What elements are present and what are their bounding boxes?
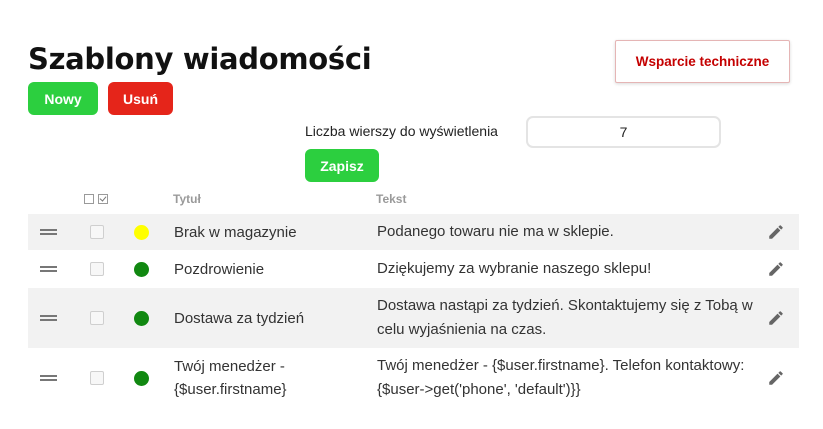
row-title: Pozdrowienie [174,260,265,278]
drag-handle-icon[interactable] [40,315,57,321]
new-button[interactable]: Nowy [28,82,98,115]
checkbox-checked-icon[interactable] [98,194,108,204]
column-header-text: Tekst [376,192,407,206]
status-dot [134,225,149,240]
pencil-icon[interactable] [767,369,785,387]
rows-per-page-input[interactable]: 7 [526,116,721,148]
drag-handle-icon[interactable] [40,266,57,272]
pencil-icon[interactable] [767,309,785,327]
save-button[interactable]: Zapisz [305,149,379,182]
row-title: Twój menedżer - {$user.firstname} [174,358,287,398]
row-title: Dostawa za tydzień [174,309,305,327]
table-row[interactable]: Pozdrowienie Dziękujemy za wybranie nasz… [28,250,799,288]
row-checkbox[interactable] [90,311,104,325]
row-checkbox[interactable] [90,225,104,239]
delete-button[interactable]: Usuń [108,82,173,115]
table-row[interactable]: Brak w magazynie Podanego towaru nie ma … [28,214,799,250]
row-checkbox[interactable] [90,371,104,385]
rows-per-page-label: Liczba wierszy do wyświetlenia [305,123,498,139]
table-row[interactable]: Twój menedżer - {$user.firstname} Twój m… [28,348,799,408]
row-text: Podanego towaru nie ma w sklepie. [377,223,614,240]
status-dot [134,262,149,277]
row-checkbox[interactable] [90,262,104,276]
table-row[interactable]: Dostawa za tydzień Dostawa nastąpi za ty… [28,288,799,348]
drag-handle-icon[interactable] [40,229,57,235]
templates-table: Brak w magazynie Podanego towaru nie ma … [28,214,799,408]
row-text: Twój menedżer - {$user.firstname}. Telef… [377,357,745,398]
pencil-icon[interactable] [767,260,785,278]
row-title: Brak w magazynie [174,223,297,241]
row-text: Dostawa nastąpi za tydzień. Skontaktujem… [377,297,753,338]
support-button[interactable]: Wsparcie techniczne [615,40,790,83]
pencil-icon[interactable] [767,223,785,241]
drag-handle-icon[interactable] [40,375,57,381]
column-header-title: Tytuł [173,192,201,206]
checkbox-empty-icon[interactable] [84,194,94,204]
page-title: Szablony wiadomości [28,42,372,76]
status-dot [134,311,149,326]
bulk-select-controls [84,194,108,204]
status-dot [134,371,149,386]
row-text: Dziękujemy za wybranie naszego sklepu! [377,260,652,277]
